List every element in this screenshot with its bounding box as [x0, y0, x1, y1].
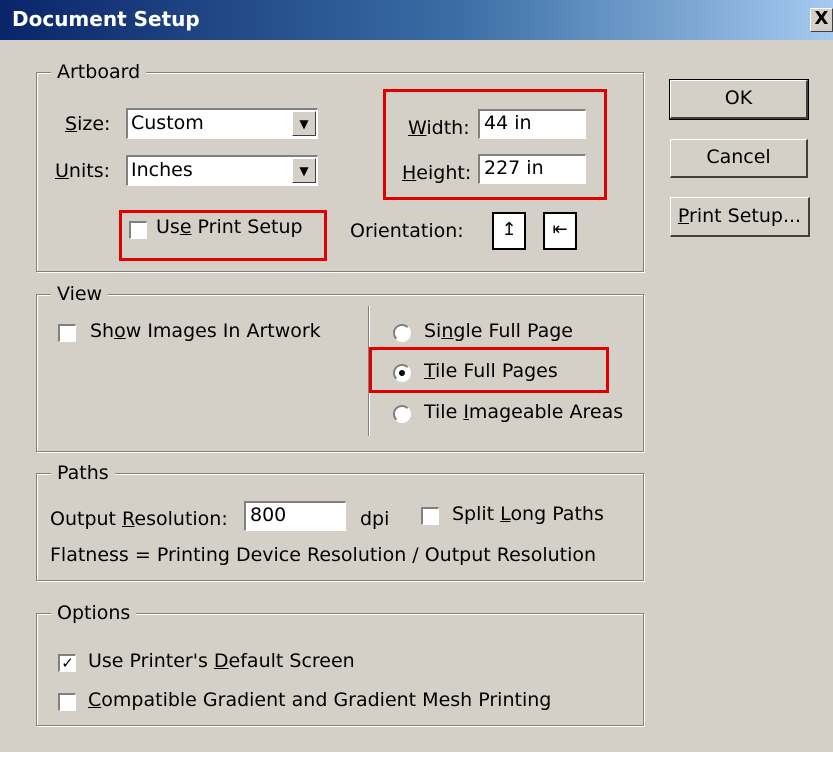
default-screen-checkbox[interactable]: ✓ [58, 654, 76, 672]
dpi-label: dpi [360, 508, 390, 530]
single-full-page-radio[interactable] [393, 324, 411, 342]
chevron-down-icon[interactable]: ▼ [292, 111, 316, 136]
dialog-title: Document Setup [12, 7, 200, 31]
width-height-highlight [383, 89, 607, 200]
tile-imageable-areas-label: Tile Imageable Areas [424, 401, 624, 423]
view-legend: View [51, 283, 109, 305]
use-print-setup-highlight [119, 210, 327, 261]
close-button[interactable]: X [810, 8, 833, 32]
orientation-label: Orientation: [350, 220, 464, 242]
chevron-down-icon[interactable]: ▼ [292, 158, 316, 183]
show-images-label: Show Images In Artwork [90, 320, 321, 342]
output-resolution-input[interactable]: 800 [244, 501, 346, 531]
flatness-text: Flatness = Printing Device Resolution / … [50, 544, 597, 566]
tile-imageable-areas-radio[interactable] [393, 405, 411, 423]
portrait-icon: ↥ [501, 219, 517, 240]
single-full-page-label: Single Full Page [424, 320, 573, 342]
size-value: Custom [131, 112, 204, 134]
title-bar: Document Setup X [0, 0, 833, 40]
artboard-legend: Artboard [51, 61, 147, 83]
paths-legend: Paths [51, 462, 115, 484]
document-setup-dialog: Document Setup X Artboard Size: Custom ▼… [0, 0, 833, 770]
units-label: Units: [55, 160, 110, 182]
size-dropdown[interactable]: Custom ▼ [126, 108, 318, 139]
show-images-checkbox[interactable] [58, 324, 76, 342]
compatible-gradient-label: Compatible Gradient and Gradient Mesh Pr… [88, 689, 552, 711]
checkmark-icon: ✓ [61, 654, 74, 672]
landscape-icon: ⇤ [552, 219, 568, 240]
units-value: Inches [131, 159, 193, 181]
options-legend: Options [51, 602, 137, 624]
portrait-orientation-button[interactable]: ↥ [492, 212, 526, 250]
default-screen-label: Use Printer's Default Screen [88, 650, 355, 672]
cancel-button[interactable]: Cancel [670, 139, 808, 178]
split-long-paths-checkbox[interactable] [421, 507, 439, 525]
print-setup-button[interactable]: Print Setup... [670, 197, 810, 237]
size-label: Size: [65, 113, 111, 135]
units-dropdown[interactable]: Inches ▼ [126, 155, 318, 186]
output-resolution-label: Output Resolution: [50, 508, 228, 530]
bottom-edge [0, 752, 833, 770]
landscape-orientation-button[interactable]: ⇤ [543, 212, 577, 250]
split-long-paths-label: Split Long Paths [452, 503, 604, 525]
tile-full-pages-highlight [369, 347, 609, 393]
ok-button[interactable]: OK [669, 79, 809, 120]
compatible-gradient-checkbox[interactable] [58, 693, 76, 711]
